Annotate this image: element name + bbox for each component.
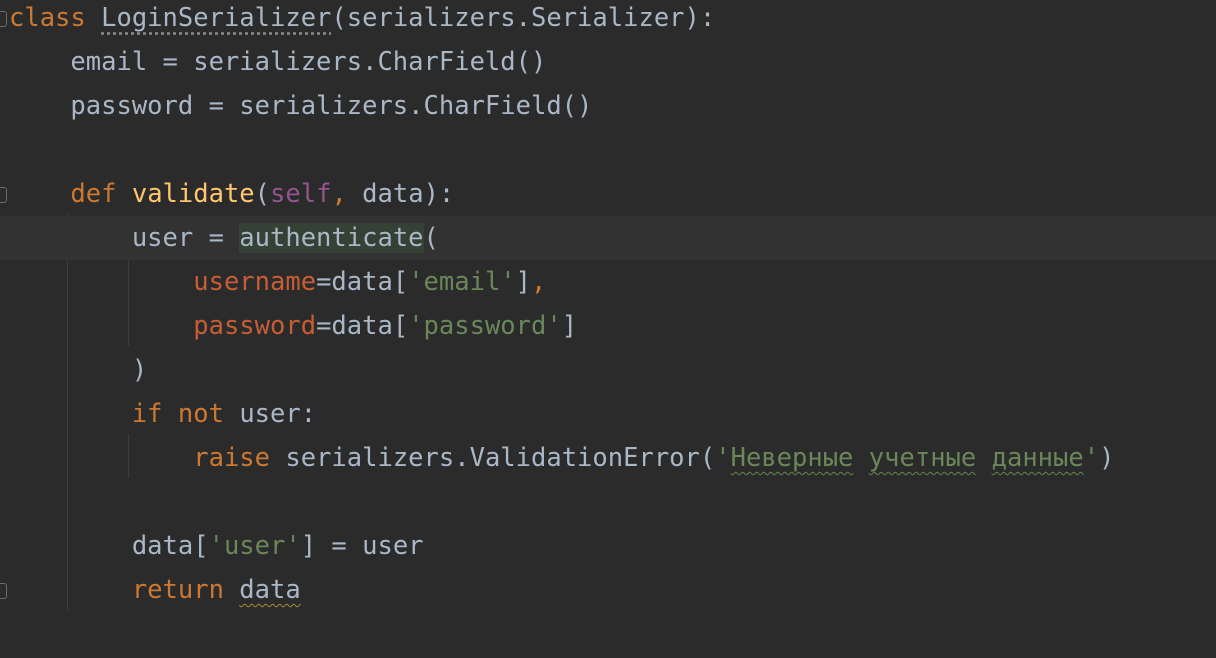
code-token: data[ [9, 531, 209, 561]
code-token: ] [515, 267, 532, 297]
code-token: LoginSerializer [101, 3, 332, 33]
code-token: данные [991, 443, 1084, 473]
code-token: ( [254, 179, 271, 209]
code-token: serializers.ValidationError( [285, 443, 716, 473]
code-line-text: class LoginSerializer(serializers.Serial… [9, 0, 715, 40]
code-line[interactable] [0, 128, 1216, 172]
code-line[interactable]: username=data['email'], [0, 260, 1216, 304]
code-line[interactable]: password=data['password'] [0, 304, 1216, 348]
code-line[interactable]: if not user: [0, 392, 1216, 436]
code-line[interactable]: password = serializers.CharField() [0, 84, 1216, 128]
code-token: ( [423, 223, 439, 253]
code-line[interactable]: raise serializers.ValidationError('Невер… [0, 436, 1216, 480]
code-line[interactable]: data['user'] = user [0, 524, 1216, 568]
code-line[interactable]: return data [0, 568, 1216, 612]
code-token: if [131, 399, 178, 429]
code-token: Неверные [730, 443, 854, 473]
code-token: 'password' [408, 311, 562, 341]
code-line[interactable]: email = serializers.CharField() [0, 40, 1216, 84]
code-line-text: def validate(self, data): [9, 172, 454, 216]
code-line-text: data['user'] = user [9, 524, 424, 568]
code-line[interactable] [0, 480, 1216, 524]
code-token: return [131, 575, 240, 605]
code-token: password = serializers.CharField() [9, 91, 593, 121]
code-token: 'email' [408, 267, 516, 297]
code-line[interactable]: def validate(self, data): [0, 172, 1216, 216]
code-token: class [9, 3, 102, 33]
code-line-text: return data [9, 568, 301, 612]
code-line-text: ) [9, 348, 147, 392]
code-line-text: password=data['password'] [9, 304, 577, 348]
code-token: raise [193, 443, 286, 473]
code-token: =data[ [316, 267, 409, 297]
code-token: (serializers.Serializer): [331, 3, 716, 33]
code-token: ] = user [300, 531, 424, 561]
code-line-text: password = serializers.CharField() [9, 84, 592, 128]
code-token: not [177, 399, 240, 429]
code-token: validate [131, 179, 255, 209]
code-token: user = [9, 223, 240, 253]
fold-marker-icon[interactable] [0, 187, 7, 203]
code-line-text: if not user: [9, 392, 316, 436]
code-line-text: username=data['email'], [9, 260, 546, 304]
code-token: data [239, 575, 301, 605]
code-token: ' [1083, 443, 1100, 473]
code-token: =data[ [316, 311, 409, 341]
code-token: def [70, 179, 132, 209]
code-line-text: email = serializers.CharField() [9, 40, 546, 84]
code-line[interactable]: class LoginSerializer(serializers.Serial… [0, 0, 1216, 40]
code-token: username [193, 267, 317, 297]
code-token: , [331, 179, 363, 209]
code-token: ) [1099, 443, 1115, 473]
code-token: email = serializers.CharField() [9, 47, 547, 77]
code-token: user: [239, 399, 317, 429]
code-line[interactable]: user = authenticate( [0, 216, 1216, 260]
code-token: data): [362, 179, 455, 209]
code-token: , [531, 267, 547, 297]
code-token: password [193, 311, 317, 341]
code-token: ) [9, 355, 148, 385]
code-line-text: user = authenticate( [9, 216, 439, 260]
fold-marker-icon[interactable] [0, 11, 7, 27]
code-token: authenticate [239, 223, 424, 253]
code-token: ' [715, 443, 731, 473]
code-token: self [270, 179, 332, 209]
code-line[interactable]: ) [0, 348, 1216, 392]
fold-marker-icon[interactable] [0, 583, 7, 599]
code-editor[interactable]: class LoginSerializer(serializers.Serial… [0, 0, 1216, 658]
code-token: учетные [868, 443, 977, 473]
code-token: 'user' [208, 531, 301, 561]
code-token: ] [561, 311, 578, 341]
code-line-text: raise serializers.ValidationError('Невер… [9, 436, 1114, 480]
